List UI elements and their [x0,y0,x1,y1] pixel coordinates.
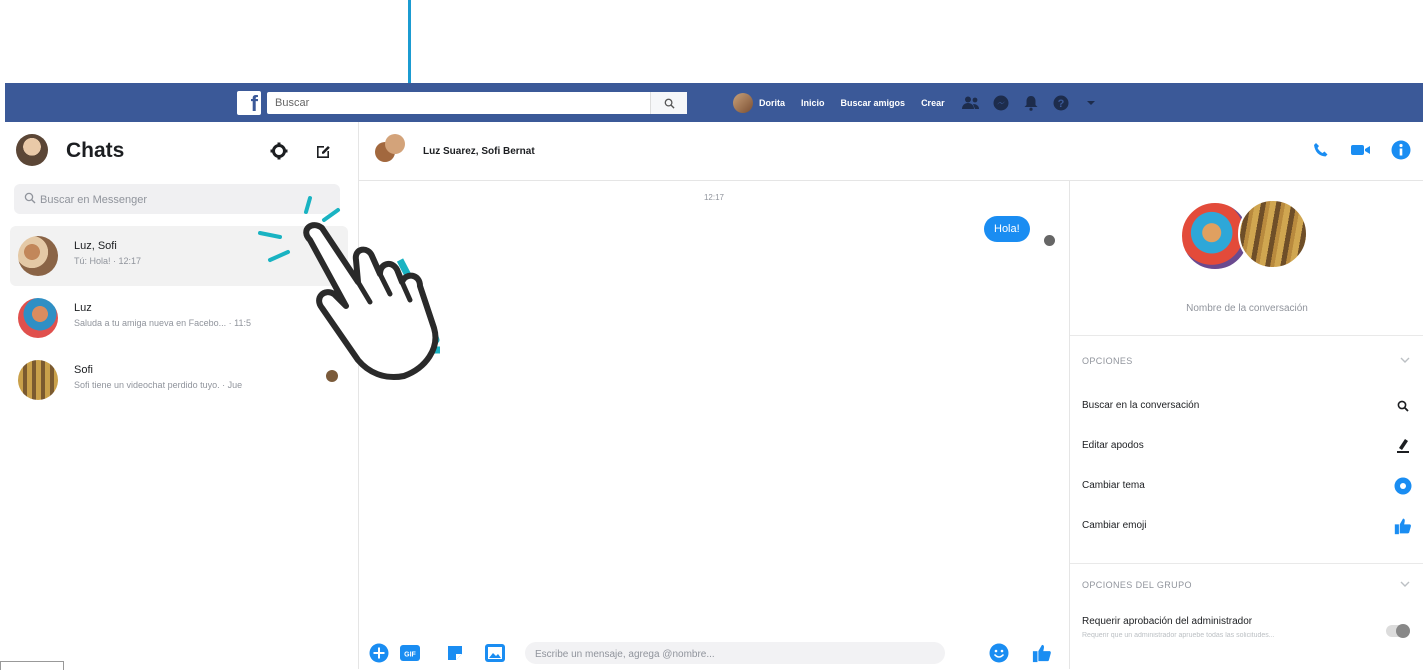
facebook-topbar: f Dorita Inicio Buscar amigos Crear ? [5,83,1423,122]
pointing-hand-icon [258,196,440,380]
message-input-container [525,642,945,666]
contact-avatar [18,298,58,338]
account-menu-chevron-down-icon[interactable] [1081,93,1101,113]
search-button[interactable] [650,92,687,114]
option-change-emoji[interactable]: Cambiar emoji [1082,517,1412,537]
option-search-in-conversation[interactable]: Buscar en la conversación [1082,397,1412,417]
message-input[interactable] [525,642,937,666]
conversation-name: Sofi [74,364,93,376]
gif-icon[interactable]: GIF [400,643,420,663]
help-icon[interactable]: ? [1051,93,1071,113]
message-composer: GIF [359,636,1069,669]
nav-home-link[interactable]: Inicio [801,98,825,108]
option-label: Requerir aprobación del administrador [1082,616,1253,627]
option-label: Cambiar tema [1082,480,1145,491]
annotation-pointer-line [408,0,411,84]
notifications-bell-icon[interactable] [1021,93,1041,113]
option-edit-nicknames[interactable]: Editar apodos [1082,437,1412,457]
conversation-title[interactable]: Luz Suarez, Sofi Bernat [423,146,535,157]
pencil-edit-icon [1394,437,1412,455]
sent-message-bubble[interactable]: Hola! [984,216,1030,242]
photo-image-icon[interactable] [485,643,505,663]
global-search-input[interactable] [267,92,663,114]
conversation-info-panel: Nombre de la conversación OPCIONES Busca… [1069,181,1423,669]
theme-color-circle-icon [1394,477,1412,495]
nav-create-link[interactable]: Crear [921,98,945,108]
more-actions-plus-icon[interactable] [369,643,389,663]
search-icon [24,192,36,204]
contact-avatar [18,360,58,400]
chats-title: Chats [66,139,125,162]
conversation-name: Luz, Sofi [74,240,117,252]
thumbs-up-icon [1394,517,1412,535]
video-call-camera-icon[interactable] [1349,138,1373,162]
new-message-compose-icon[interactable] [312,140,334,162]
option-description: Requerir que un administrador apruebe to… [1082,632,1275,639]
voice-call-phone-icon[interactable] [1309,138,1333,162]
conversation-info-icon[interactable] [1389,138,1413,162]
settings-gear-icon[interactable] [268,140,290,162]
option-require-admin-approval[interactable]: Requerir aprobación del administrador [1082,613,1412,633]
message-timestamp: 12:17 [703,193,725,202]
conversation-name-field[interactable]: Nombre de la conversación [1070,303,1423,314]
facebook-logo-icon[interactable]: f [237,91,261,116]
option-label: Buscar en la conversación [1082,400,1200,411]
nav-profile-link[interactable]: Dorita [759,98,785,108]
conversation-name: Luz [74,302,92,314]
sticker-icon[interactable] [445,643,465,663]
svg-text:?: ? [1057,98,1064,110]
search-icon [664,98,675,109]
my-avatar[interactable] [16,134,48,166]
divider [1070,335,1423,336]
chats-header: Chats [0,122,358,182]
group-avatar[interactable] [375,134,405,164]
emoji-smiley-icon[interactable] [989,643,1009,663]
svg-text:GIF: GIF [404,652,416,659]
group-options-section-title[interactable]: OPCIONES DEL GRUPO [1082,580,1192,590]
messenger-icon[interactable] [991,93,1011,113]
chevron-down-icon[interactable] [1400,581,1410,588]
thumbs-up-like-icon[interactable] [1032,643,1052,663]
conversation-actions [1309,138,1413,162]
profile-avatar[interactable] [733,93,753,113]
nav-find-friends-link[interactable]: Buscar amigos [841,98,906,108]
global-search [267,92,687,114]
seen-indicator-avatar [1044,235,1055,246]
option-label: Cambiar emoji [1082,520,1147,531]
option-label: Editar apodos [1082,440,1144,451]
require-admin-approval-toggle[interactable] [1386,624,1410,638]
group-avatar [18,236,58,276]
topbar-nav: Dorita Inicio Buscar amigos Crear ? [733,91,1111,115]
search-icon [1394,397,1412,415]
option-change-theme[interactable]: Cambiar tema [1082,477,1412,497]
friend-requests-icon[interactable] [961,93,981,113]
options-section-title[interactable]: OPCIONES [1082,356,1133,366]
conversation-pane: Luz Suarez, Sofi Bernat 12:17 Hola! GIF [359,122,1423,669]
divider [1070,563,1423,564]
conversation-header: Luz Suarez, Sofi Bernat [359,122,1423,181]
member-avatar-sofi[interactable] [1238,199,1308,269]
chevron-down-icon[interactable] [1400,357,1410,364]
